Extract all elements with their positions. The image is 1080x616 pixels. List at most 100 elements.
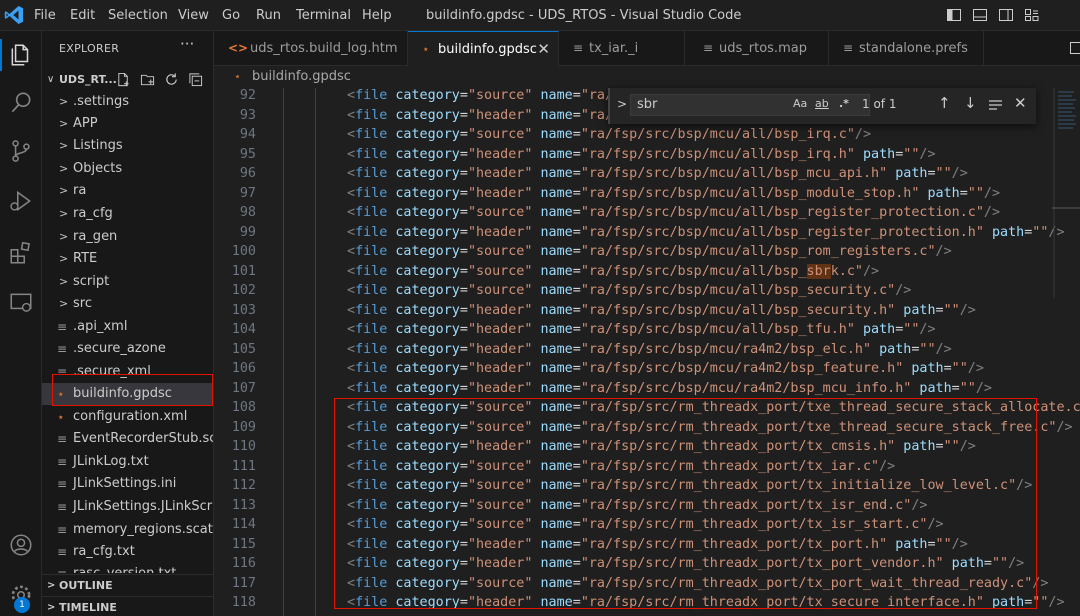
code-line[interactable]: 105 <file category="header" name="ra/fsp/… xyxy=(214,340,1080,360)
new-file-icon[interactable] xyxy=(116,72,131,87)
tree-file-api-xml[interactable]: ≡ .api_xml xyxy=(42,316,213,338)
tab-tx-iar[interactable]: ≡ tx_iar._i xyxy=(559,31,685,66)
customize-layout-icon[interactable] xyxy=(1024,7,1040,23)
code-line[interactable]: 103 <file category="header" name="ra/fsp/… xyxy=(214,301,1080,321)
close-icon[interactable]: ✕ xyxy=(537,32,550,66)
run-debug-icon[interactable] xyxy=(5,185,37,217)
tag-name: file xyxy=(355,185,388,201)
tree-folder-src[interactable]: > src xyxy=(42,293,213,315)
find-input[interactable]: sbr Aa ab .* xyxy=(630,94,870,116)
attr-quote: " xyxy=(580,283,589,298)
attr-name: category xyxy=(395,205,460,220)
search-icon[interactable] xyxy=(5,87,37,119)
attr-quote: " xyxy=(467,361,476,376)
code-line[interactable]: 107 <file category="header" name="ra/fsp/… xyxy=(214,379,1080,399)
menu-run[interactable]: Run xyxy=(256,0,281,31)
tree-file-jlinklog[interactable]: ≡ JLinkLog.txt xyxy=(42,451,213,473)
tree-folder-script[interactable]: > script xyxy=(42,271,213,293)
close-icon[interactable]: ✕ xyxy=(1014,94,1027,112)
tree-file-secure-azone[interactable]: ≡ .secure_azone xyxy=(42,338,213,360)
refresh-icon[interactable] xyxy=(164,72,179,87)
tree-folder-ra-cfg[interactable]: > ra_cfg xyxy=(42,203,213,225)
tree-file-jlinksettings-ini[interactable]: ≡ JLinkSettings.ini xyxy=(42,473,213,495)
menu-help[interactable]: Help xyxy=(362,0,392,31)
tree-file-rasc-version[interactable]: ≡ rasc_version.txt xyxy=(42,563,213,573)
toggle-panel-icon[interactable] xyxy=(972,7,988,23)
code-line[interactable]: 94 <file category="source" name="ra/fsp/s… xyxy=(214,125,1080,145)
tree-file-eventrecorderstub[interactable]: ≡ EventRecorderStub.sc... xyxy=(42,428,213,450)
name-value: ra/fsp/src/bsp/mcu/all/bsp_register_prot… xyxy=(588,205,976,220)
menu-terminal[interactable]: Terminal xyxy=(296,0,351,31)
tree-file-memory-regions[interactable]: ≡ memory_regions.scat xyxy=(42,519,213,541)
code-line[interactable]: 106 <file category="header" name="ra/fsp/… xyxy=(214,359,1080,379)
whole-word-icon[interactable]: ab xyxy=(815,97,829,110)
find-in-selection-icon[interactable] xyxy=(988,98,1003,113)
regex-icon[interactable]: .* xyxy=(839,97,849,110)
source-control-icon[interactable] xyxy=(5,135,37,167)
split-editor-icon[interactable] xyxy=(1070,41,1080,55)
minimap[interactable] xyxy=(1052,88,1080,298)
vscode-logo-icon xyxy=(4,6,24,24)
new-folder-icon[interactable] xyxy=(140,72,155,87)
menu-view[interactable]: View xyxy=(178,0,209,31)
attr-equals: = xyxy=(459,166,468,181)
tree-folder-objects[interactable]: > Objects xyxy=(42,158,213,180)
menu-file[interactable]: File xyxy=(34,0,56,31)
breadcrumb[interactable]: ⋆ buildinfo.gpdsc xyxy=(214,66,1080,88)
attr-quote: " xyxy=(467,380,476,396)
tab-build-log[interactable]: <> uds_rtos.build_log.htm xyxy=(214,31,408,66)
match-case-icon[interactable]: Aa xyxy=(793,97,807,110)
tab-buildinfo[interactable]: ⋆ buildinfo.gpdsc ✕ xyxy=(408,31,559,66)
more-actions-icon[interactable]: ··· xyxy=(180,35,194,53)
outline-section[interactable]: > OUTLINE xyxy=(42,574,213,597)
code-line[interactable]: 99 <file category="header" name="ra/fsp/s… xyxy=(214,223,1080,243)
code-line[interactable]: 101 <file category="source" name="ra/fsp/… xyxy=(214,262,1080,282)
tree-folder-settings[interactable]: > .settings xyxy=(42,91,213,113)
menu-go[interactable]: Go xyxy=(222,0,240,31)
line-number: 116 xyxy=(231,556,256,571)
attr-name: category xyxy=(395,88,460,103)
chevron-down-icon: ∨ xyxy=(47,74,55,85)
explorer-icon[interactable] xyxy=(0,39,42,71)
name-value: ra/fsp/src/bsp/mcu/all/bsp_tfu.h xyxy=(588,322,847,337)
menu-edit[interactable]: Edit xyxy=(70,0,95,31)
attr-quote: " xyxy=(524,107,533,123)
menu-selection[interactable]: Selection xyxy=(108,0,168,31)
tag-bracket: < xyxy=(347,166,356,181)
code-line[interactable]: 102 <file category="source" name="ra/fsp/… xyxy=(214,281,1080,301)
accounts-icon[interactable] xyxy=(5,529,37,561)
code-line[interactable]: 95 <file category="header" name="ra/fsp/s… xyxy=(214,145,1080,165)
collapse-all-icon[interactable] xyxy=(188,72,203,87)
attr-quote: " xyxy=(580,361,589,376)
tree-folder-app[interactable]: > APP xyxy=(42,113,213,135)
tree-folder-ra[interactable]: > ra xyxy=(42,180,213,202)
tree-folder-ra-gen[interactable]: > ra_gen xyxy=(42,226,213,248)
previous-match-icon[interactable]: ↑ xyxy=(938,94,951,112)
timeline-section[interactable]: > TIMELINE xyxy=(42,596,213,616)
name-value: ra/fsp/src/bsp/mcu/all/bsp_register_prot… xyxy=(588,224,976,240)
explorer-title: EXPLORER xyxy=(59,42,120,55)
remote-explorer-icon[interactable] xyxy=(5,287,37,319)
toggle-replace-icon[interactable]: > xyxy=(617,97,627,111)
code-line[interactable]: 100 <file category="source" name="ra/fsp/… xyxy=(214,242,1080,262)
tree-file-configuration-xml[interactable]: ⋆ configuration.xml xyxy=(42,406,213,428)
tab-standalone-prefs[interactable]: ≡ standalone.prefs xyxy=(829,31,984,66)
code-line[interactable]: 104 <file category="header" name="ra/fsp/… xyxy=(214,320,1080,340)
code-line[interactable]: 98 <file category="source" name="ra/fsp/s… xyxy=(214,203,1080,223)
tree-folder-rte[interactable]: > RTE xyxy=(42,248,213,270)
project-header[interactable]: ∨ UDS_RT... xyxy=(42,69,213,91)
tree-file-ra-cfg-txt[interactable]: ≡ ra_cfg.txt xyxy=(42,541,213,563)
extensions-icon[interactable] xyxy=(5,237,37,269)
attr-name: path xyxy=(862,322,896,337)
tab-uds-rtos-map[interactable]: ≡ uds_rtos.map xyxy=(685,31,829,66)
tree-folder-listings[interactable]: > Listings xyxy=(42,135,213,157)
tree-file-jlinksettings-script[interactable]: ≡ JLinkSettings.JLinkScri... xyxy=(42,496,213,518)
attr-name: name xyxy=(540,107,573,123)
toggle-secondary-sidebar-icon[interactable] xyxy=(998,7,1014,23)
next-match-icon[interactable]: ↓ xyxy=(964,94,977,112)
code-line[interactable]: 96 <file category="header" name="ra/fsp/s… xyxy=(214,164,1080,184)
line-number: 101 xyxy=(231,263,256,279)
tag-bracket: < xyxy=(347,380,356,396)
toggle-primary-sidebar-icon[interactable] xyxy=(946,7,962,23)
code-line[interactable]: 97 <file category="header" name="ra/fsp/s… xyxy=(214,184,1080,204)
